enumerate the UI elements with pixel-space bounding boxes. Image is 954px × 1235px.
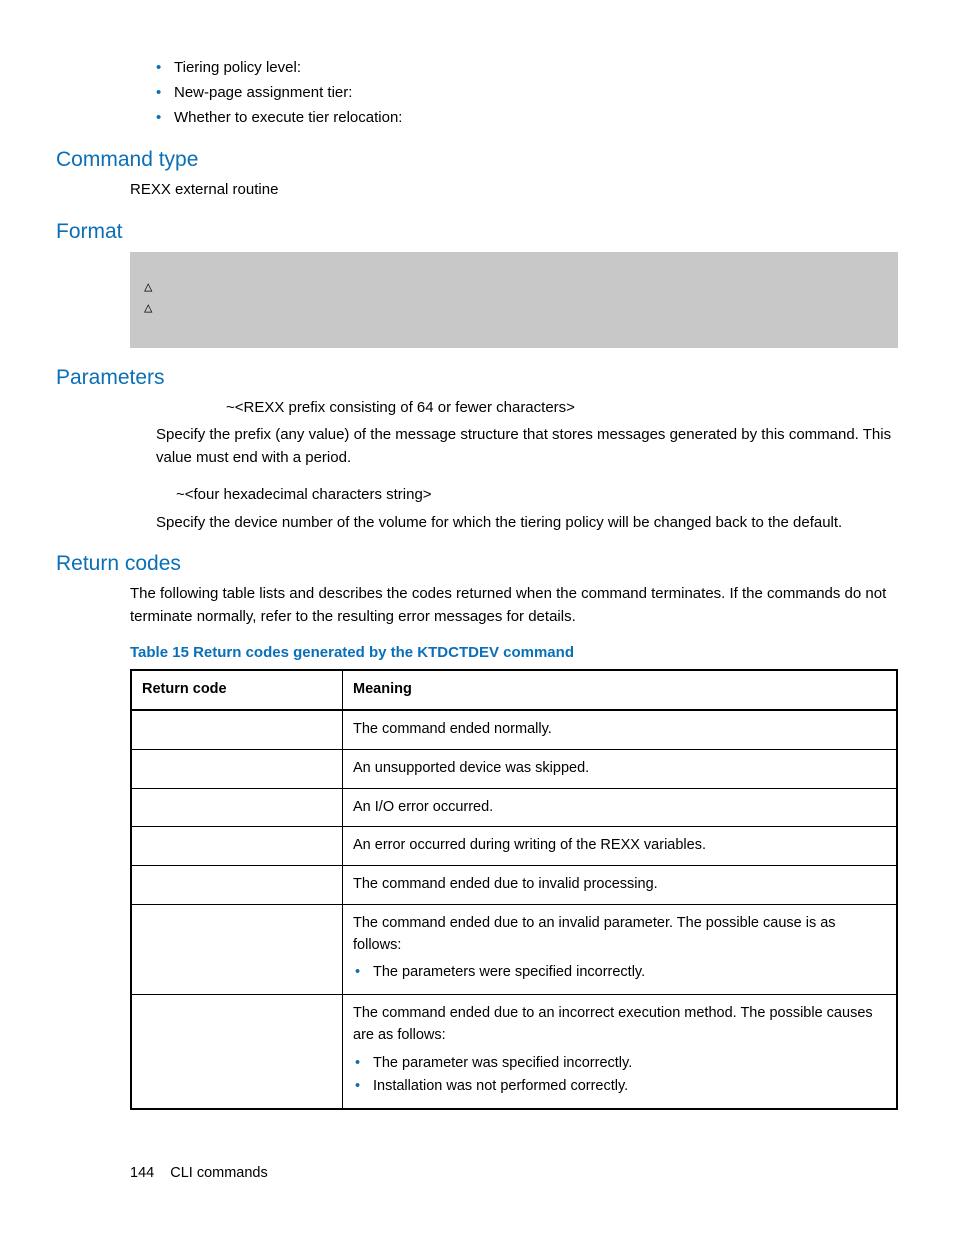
- cell-return-code: [131, 710, 343, 749]
- table-row: An unsupported device was skipped.: [131, 749, 897, 788]
- code-line: △: [144, 299, 884, 320]
- heading-return-codes: Return codes: [56, 552, 898, 576]
- cell-meaning: The command ended normally.: [343, 710, 898, 749]
- list-item: Installation was not performed correctly…: [369, 1076, 886, 1098]
- table-row: The command ended due to an invalid para…: [131, 904, 897, 994]
- cell-bullet-list: The parameter was specified incorrectly.…: [353, 1053, 886, 1099]
- text-fragment: parameter was specified incorrectly.: [402, 1055, 632, 1071]
- format-code-block: △ △: [130, 252, 898, 348]
- table-row: An I/O error occurred.: [131, 788, 897, 827]
- cell-return-code: [131, 866, 343, 905]
- cell-meaning: An unsupported device was skipped.: [343, 749, 898, 788]
- table-row: The command ended normally.: [131, 710, 897, 749]
- list-item: The parameter was specified incorrectly.: [369, 1053, 886, 1075]
- text-fragment: The command ended due to an invalid para…: [353, 915, 836, 953]
- table-caption: Table 15 Return codes generated by the K…: [130, 644, 898, 661]
- list-item: The parameters were specified incorrectl…: [369, 962, 886, 984]
- page-footer: 144 CLI commands: [130, 1165, 268, 1181]
- cell-return-code: [131, 749, 343, 788]
- cell-meaning: An I/O error occurred.: [343, 788, 898, 827]
- table-row: The command ended due to invalid process…: [131, 866, 897, 905]
- cell-return-code: [131, 904, 343, 994]
- return-codes-table: Return code Meaning The command ended no…: [130, 669, 898, 1110]
- command-type-text: REXX external routine: [130, 178, 898, 201]
- param-signature: ~<four hexadecimal characters string>: [176, 483, 898, 506]
- cell-meaning: The command ended due to an incorrect ex…: [343, 995, 898, 1110]
- text-fragment: The: [373, 1055, 402, 1071]
- table-row: An error occurred during writing of the …: [131, 827, 897, 866]
- cell-meaning: The command ended due to invalid process…: [343, 866, 898, 905]
- list-item: New-page assignment tier:: [156, 81, 898, 106]
- param-description: Specify the prefix (any value) of the me…: [156, 423, 898, 470]
- list-item: Whether to execute tier relocation:: [156, 106, 898, 131]
- heading-parameters: Parameters: [56, 366, 898, 390]
- cell-bullet-list: The parameters were specified incorrectl…: [353, 962, 886, 984]
- heading-format: Format: [56, 220, 898, 244]
- param-description: Specify the device number of the volume …: [156, 511, 898, 534]
- cell-meaning: An error occurred during writing of the …: [343, 827, 898, 866]
- text-fragment: The following table lists and describes …: [130, 585, 581, 602]
- page-number: 144: [130, 1165, 154, 1181]
- intro-bullet-list: Tiering policy level: New-page assignmen…: [56, 56, 898, 130]
- footer-title: CLI commands: [170, 1165, 268, 1181]
- param-signature: ~<REXX prefix consisting of 64 or fewer …: [226, 396, 898, 419]
- list-item: Tiering policy level:: [156, 56, 898, 81]
- table-row: The command ended due to an incorrect ex…: [131, 995, 897, 1110]
- heading-command-type: Command type: [56, 148, 898, 172]
- cell-return-code: [131, 995, 343, 1110]
- table-header-return-code: Return code: [131, 670, 343, 710]
- cell-meaning: The command ended due to an invalid para…: [343, 904, 898, 994]
- cell-return-code: [131, 827, 343, 866]
- text-fragment: The command ended due to an incorrect ex…: [353, 1005, 873, 1043]
- return-codes-intro: The following table lists and describes …: [130, 582, 898, 629]
- code-line: △: [144, 278, 884, 299]
- table-header-meaning: Meaning: [343, 670, 898, 710]
- cell-return-code: [131, 788, 343, 827]
